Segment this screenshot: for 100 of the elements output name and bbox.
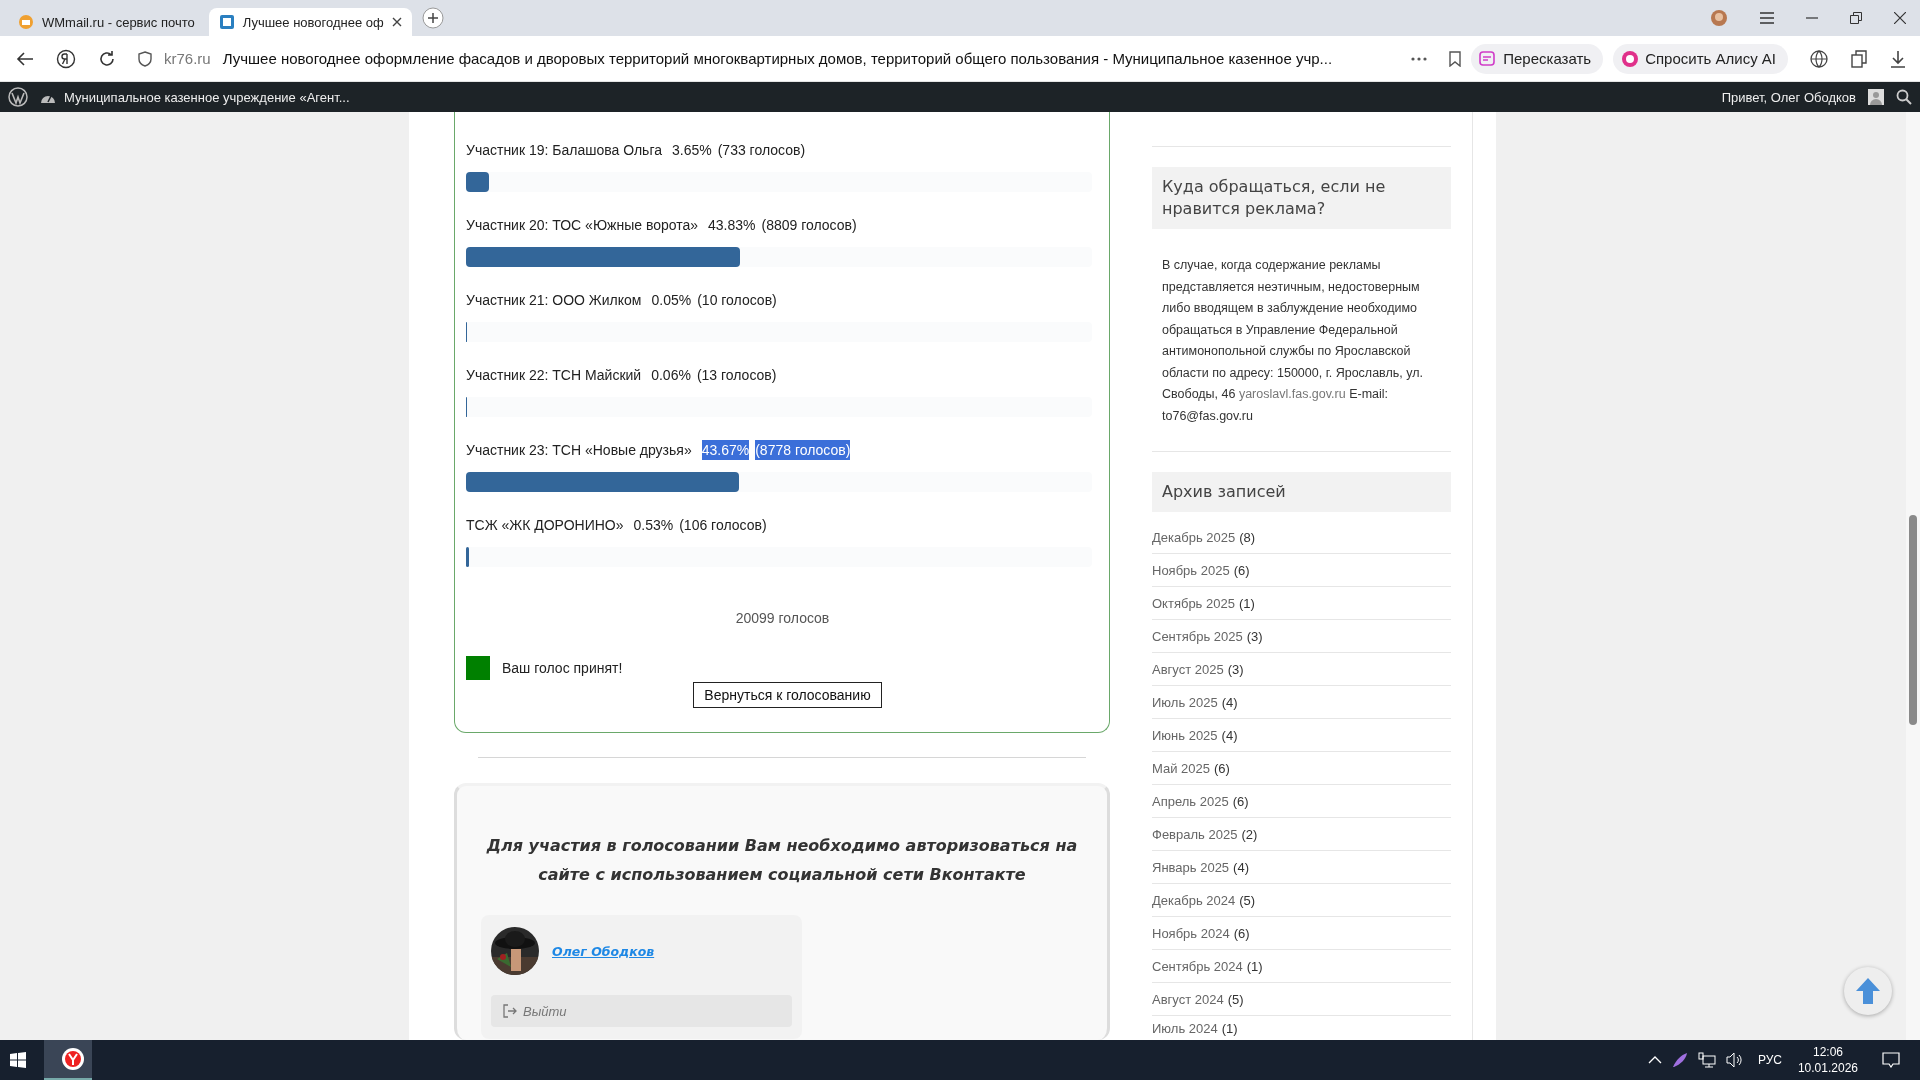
clock-time[interactable]: 12:06: [1812, 1044, 1843, 1060]
archive-link[interactable]: Ноябрь 2025: [1152, 562, 1230, 578]
note-icon: [1479, 49, 1498, 68]
close-icon[interactable]: [391, 17, 402, 27]
shield-icon: [138, 50, 152, 67]
close-icon[interactable]: [1894, 12, 1906, 24]
restore-icon[interactable]: [1850, 12, 1862, 24]
widget-title: Архив записей: [1152, 472, 1451, 512]
profile-icon[interactable]: [1710, 9, 1728, 27]
square-icon: [466, 656, 490, 680]
post-count: (1): [1221, 1021, 1238, 1036]
volume-icon[interactable]: [1725, 1052, 1744, 1068]
percent-text: 0.53%: [633, 516, 674, 535]
votes-text: (733 голосов): [717, 141, 806, 160]
logout-button[interactable]: Выйти: [491, 995, 792, 1027]
votes-text: (10 голосов): [697, 291, 777, 310]
post-count: (4): [1221, 727, 1238, 743]
clock-date[interactable]: 10.01.2026: [1797, 1060, 1858, 1076]
votes-text: (106 голосов): [679, 516, 767, 535]
archive-link[interactable]: Февраль 2025: [1152, 826, 1238, 842]
widget-title: Куда обращаться, если не нравится реклама?: [1152, 167, 1451, 229]
option-label: Участник 22: ТСН Майский: [466, 366, 642, 385]
total-votes: 20099 голосов: [734, 610, 831, 626]
wordpress-icon[interactable]: [8, 87, 28, 107]
bookmark-icon[interactable]: [1449, 50, 1462, 67]
site-link[interactable]: yaroslavl.fas.gov.ru: [1238, 387, 1346, 401]
back-to-vote-button[interactable]: Вернуться к голосованию: [693, 682, 882, 708]
post-count: (1): [1246, 958, 1263, 974]
user-name-link[interactable]: Олег Ободков: [552, 943, 655, 959]
archive-link[interactable]: Июль 2024: [1152, 1021, 1218, 1036]
download-icon[interactable]: [1890, 49, 1906, 68]
votes-text: (8809 голосов): [761, 216, 857, 235]
percent-text: 0.05%: [651, 291, 692, 310]
archive-link[interactable]: Январь 2025: [1152, 859, 1230, 875]
post-count: (6): [1214, 760, 1230, 776]
votes-text: (13 голосов): [696, 366, 777, 385]
post-count: (8): [1239, 529, 1256, 545]
network-icon[interactable]: [1697, 1052, 1716, 1068]
auth-message: Для участия в голосовании Вам необходимо авторизоваться на сайте с использованием социальной сети Вконтакте: [485, 835, 1079, 886]
post-count: (6): [1232, 793, 1249, 809]
scrollbar-thumb[interactable]: [1909, 515, 1917, 725]
archive-link[interactable]: Ноябрь 2024: [1152, 925, 1230, 941]
archive-link[interactable]: Май 2025: [1152, 760, 1210, 776]
archive-link[interactable]: Декабрь 2025: [1152, 529, 1236, 545]
browser-tab[interactable]: WMmail.ru - сервис почто: [8, 8, 205, 36]
option-label: Участник 21: ООО Жилком: [466, 291, 642, 310]
post-count: (6): [1233, 925, 1250, 941]
archive-link[interactable]: Сентябрь 2025: [1152, 628, 1243, 644]
archive-link[interactable]: Июль 2025: [1152, 694, 1218, 710]
option-label: Участник 19: Балашова Ольга: [466, 141, 662, 160]
circle-icon[interactable]: [56, 48, 76, 69]
language-indicator[interactable]: РУС: [1757, 1053, 1782, 1067]
scroll-to-top-button[interactable]: [1844, 967, 1892, 1015]
menu-icon[interactable]: [1760, 12, 1774, 24]
post-count: (3): [1227, 661, 1244, 677]
archive-link[interactable]: Июнь 2025: [1152, 727, 1218, 743]
votes-text: (8778 голосов): [755, 440, 851, 460]
summary-button[interactable]: Пересказать: [1471, 43, 1604, 74]
option-label: ТСЖ «ЖК ДОРОНИНО»: [466, 516, 624, 535]
post-count: (5): [1239, 892, 1256, 908]
collections-icon[interactable]: [1850, 49, 1868, 68]
browser-tab[interactable]: Лучшее новогоднее оф: [208, 8, 412, 36]
archive-link[interactable]: Октябрь 2025: [1152, 595, 1235, 611]
page-title[interactable]: Лучшее новогоднее оформление фасадов и дворовых территорий многоквартирных домов, территорий общего пользования - Муниципальное казенное учр...: [222, 50, 1333, 67]
percent-text: 3.65%: [672, 141, 712, 160]
search-icon[interactable]: [1896, 89, 1912, 105]
back-icon[interactable]: [16, 50, 34, 67]
post-count: (1): [1238, 595, 1255, 611]
site-icon: [218, 14, 235, 30]
post-count: (4): [1221, 694, 1238, 710]
feather-icon[interactable]: [1671, 1052, 1688, 1068]
archive-link[interactable]: Август 2024: [1152, 991, 1224, 1007]
site-link[interactable]: Муниципальное казенное учреждение «Агент...: [64, 89, 350, 105]
more-icon[interactable]: [1411, 56, 1428, 61]
logout-icon: [503, 1004, 517, 1018]
plus-icon[interactable]: [421, 7, 444, 29]
archive-link[interactable]: Сентябрь 2024: [1152, 958, 1243, 974]
post-count: (6): [1233, 562, 1250, 578]
post-count: (5): [1227, 991, 1244, 1007]
globe-icon[interactable]: [1810, 49, 1828, 68]
chevron-up-icon[interactable]: [1647, 1056, 1662, 1064]
widget-text: В случае, когда содержание рекламы представляется неэтичным, недостоверным либо вводящем в заблуждение необходимо обращаться в Управление Федеральной антимонопольной службы по Ярославской области по адресу: 150000, г. Ярославль, ул. Свободы, 46 yaroslavl.fas.gov.ru E-mail: to76@fas.gov.ru: [1162, 257, 1424, 425]
post-count: (4): [1233, 859, 1249, 875]
browser-icon: [61, 1047, 85, 1071]
archive-link[interactable]: Декабрь 2024: [1152, 892, 1236, 908]
account-link[interactable]: Привет, Олег Ободков: [1721, 89, 1856, 105]
percent-text: 43.67%: [701, 440, 750, 460]
option-label: Участник 23: ТСН «Новые друзья»: [466, 441, 692, 460]
reload-icon[interactable]: [98, 49, 116, 68]
option-label: Участник 20: ТОС «Южные ворота»: [466, 216, 699, 235]
archive-link[interactable]: Август 2025: [1152, 661, 1224, 677]
windows-icon[interactable]: [10, 1052, 26, 1068]
assistant-button[interactable]: Спросить Алису AI: [1613, 43, 1788, 74]
browser-taskbar-button[interactable]: [44, 1040, 92, 1080]
vote-accepted-text: Ваш голос принят!: [502, 660, 623, 676]
archive-link[interactable]: Апрель 2025: [1152, 793, 1229, 809]
url-domain[interactable]: kr76.ru: [164, 50, 211, 67]
percent-text: 0.06%: [651, 366, 691, 385]
notification-icon[interactable]: [1882, 1052, 1900, 1068]
post-count: (2): [1241, 826, 1258, 842]
